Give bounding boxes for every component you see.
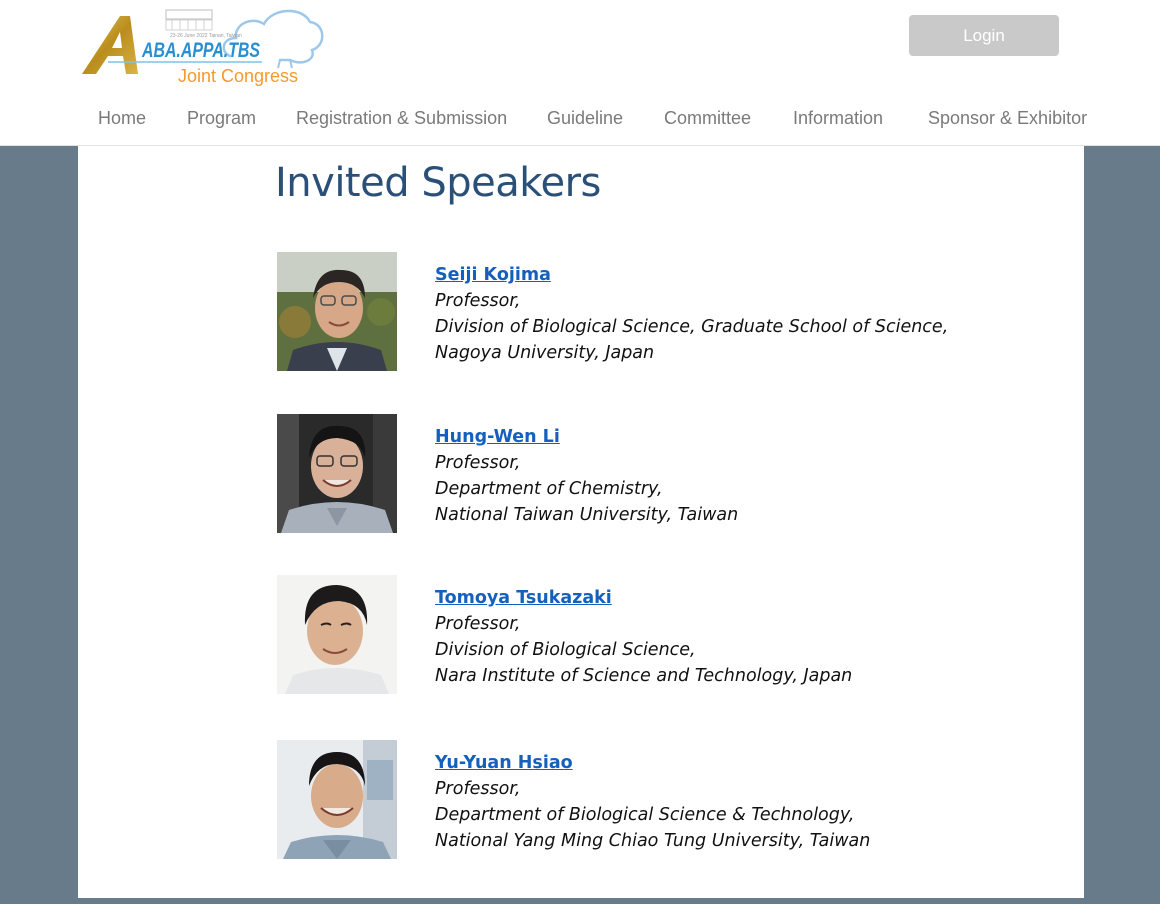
nav-sponsor-exhibitor[interactable]: Sponsor & Exhibitor <box>928 108 1087 129</box>
speaker-photo <box>277 575 397 694</box>
congress-logo[interactable]: 23-26 June 2022 Tainan, Taiwan ABA.APPA.… <box>80 4 325 90</box>
site-header: 23-26 June 2022 Tainan, Taiwan ABA.APPA.… <box>0 0 1160 146</box>
speaker-card: Yu-Yuan Hsiao Professor, Department of B… <box>277 740 997 860</box>
speaker-department: Division of Biological Science, <box>435 640 696 660</box>
speaker-department: Division of Biological Science, Graduate… <box>435 317 949 337</box>
nav-home[interactable]: Home <box>98 108 146 129</box>
speaker-department: Department of Biological Science & Techn… <box>435 805 855 825</box>
page-title: Invited Speakers <box>275 160 601 206</box>
login-button[interactable]: Login <box>909 15 1059 56</box>
main-content: Invited Speakers Seiji Kojima Professor,… <box>78 146 1084 898</box>
nav-committee[interactable]: Committee <box>664 108 751 129</box>
speaker-info: Seiji Kojima Professor, Division of Biol… <box>435 262 948 366</box>
speaker-info: Yu-Yuan Hsiao Professor, Department of B… <box>435 750 870 854</box>
speaker-department: Department of Chemistry, <box>435 479 663 499</box>
speaker-affiliation: Nara Institute of Science and Technology… <box>435 666 853 686</box>
logo-subtitle-text: Joint Congress <box>178 66 298 86</box>
speaker-affiliation: National Taiwan University, Taiwan <box>435 505 739 525</box>
speaker-name-link[interactable]: Tomoya Tsukazaki <box>435 585 852 611</box>
nav-information[interactable]: Information <box>793 108 883 129</box>
nav-registration-submission[interactable]: Registration & Submission <box>296 108 507 129</box>
speaker-position: Professor, <box>435 291 521 311</box>
speaker-card: Tomoya Tsukazaki Professor, Division of … <box>277 575 997 695</box>
speaker-card: Seiji Kojima Professor, Division of Biol… <box>277 252 997 372</box>
speaker-position: Professor, <box>435 453 521 473</box>
speaker-photo <box>277 414 397 533</box>
speaker-info: Tomoya Tsukazaki Professor, Division of … <box>435 585 852 689</box>
speaker-name-link[interactable]: Yu-Yuan Hsiao <box>435 750 870 776</box>
main-nav: Home Program Registration & Submission G… <box>0 108 1160 136</box>
speaker-affiliation: Nagoya University, Japan <box>435 343 655 363</box>
speaker-card: Hung-Wen Li Professor, Department of Che… <box>277 414 997 534</box>
speaker-name-link[interactable]: Hung-Wen Li <box>435 424 738 450</box>
speaker-name-link[interactable]: Seiji Kojima <box>435 262 948 288</box>
speaker-info: Hung-Wen Li Professor, Department of Che… <box>435 424 738 528</box>
nav-guideline[interactable]: Guideline <box>547 108 623 129</box>
speaker-position: Professor, <box>435 779 521 799</box>
logo-graphic: 23-26 June 2022 Tainan, Taiwan ABA.APPA.… <box>82 9 324 86</box>
left-side-panel <box>0 146 78 904</box>
speaker-position: Professor, <box>435 614 521 634</box>
speaker-affiliation: National Yang Ming Chiao Tung University… <box>435 831 871 851</box>
logo-title-text: ABA.APPA.TBS <box>141 39 260 62</box>
bottom-strip <box>0 898 1160 904</box>
right-side-panel <box>1084 146 1160 904</box>
speaker-photo <box>277 252 397 371</box>
nav-program[interactable]: Program <box>187 108 256 129</box>
speaker-photo <box>277 740 397 859</box>
